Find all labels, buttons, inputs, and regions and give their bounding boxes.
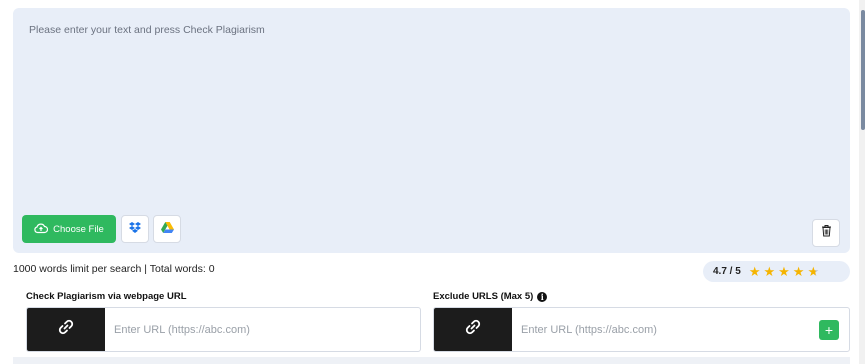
webpage-url-label: Check Plagiarism via webpage URL <box>26 291 187 302</box>
link-icon <box>57 318 75 341</box>
link-button[interactable] <box>434 308 512 351</box>
choose-file-label: Choose File <box>53 223 104 235</box>
link-icon <box>464 318 482 341</box>
webpage-url-label-text: Check Plagiarism via webpage URL <box>26 291 187 302</box>
exclude-urls-label-text: Exclude URLS (Max 5) <box>433 291 534 302</box>
trash-icon <box>821 224 832 242</box>
dropbox-button[interactable] <box>121 215 149 243</box>
cloud-upload-icon <box>34 222 49 237</box>
rating-badge: 4.7 / 5 ★ ★ ★ ★ ★ <box>703 261 850 282</box>
google-drive-button[interactable] <box>153 215 181 243</box>
exclude-url-field: + <box>433 307 850 352</box>
webpage-url-field <box>26 307 421 352</box>
dropbox-icon <box>129 220 141 238</box>
star-icon: ★ <box>748 264 761 279</box>
bottom-divider <box>13 357 850 364</box>
exclude-url-input[interactable] <box>512 308 802 351</box>
star-icon: ★ <box>792 264 805 279</box>
text-placeholder: Please enter your text and press Check P… <box>29 24 265 36</box>
half-star-icon: ★ <box>807 264 820 279</box>
add-url-button[interactable]: + <box>819 320 839 340</box>
webpage-url-input[interactable] <box>105 308 420 351</box>
google-drive-icon <box>160 220 174 238</box>
rating-stars: ★ ★ ★ ★ ★ <box>749 265 819 278</box>
choose-file-button[interactable]: Choose File <box>22 215 116 243</box>
star-icon: ★ <box>778 264 790 279</box>
info-icon[interactable]: i <box>537 291 548 302</box>
star-icon: ★ <box>763 264 776 279</box>
rating-value: 4.7 / 5 <box>713 266 741 277</box>
text-input-area[interactable]: Please enter your text and press Check P… <box>13 8 850 253</box>
link-button[interactable] <box>27 308 105 351</box>
word-limit-text: 1000 words limit per search | Total word… <box>13 263 215 275</box>
clear-text-button[interactable] <box>812 219 840 247</box>
scrollbar-thumb[interactable] <box>861 10 865 130</box>
page-scrollbar[interactable] <box>859 0 865 364</box>
plus-icon: + <box>824 322 834 338</box>
exclude-urls-label: Exclude URLS (Max 5) i <box>433 291 548 302</box>
